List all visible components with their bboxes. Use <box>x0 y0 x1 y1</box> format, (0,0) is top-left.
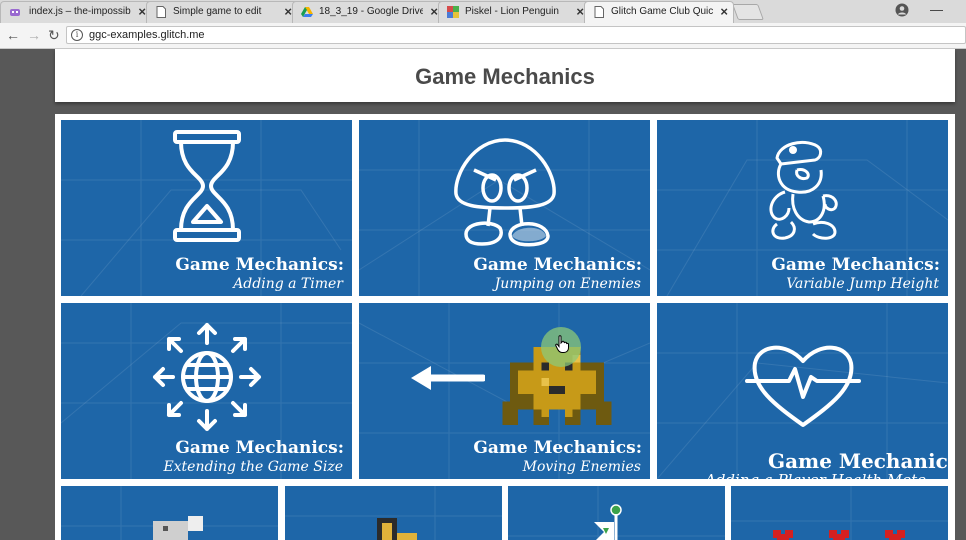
pixel-boot-icon <box>377 518 417 540</box>
mario-icon <box>769 141 838 240</box>
page-title: Game Mechanics <box>415 64 595 89</box>
card-subtitle: Moving Enemies <box>522 459 641 475</box>
card-row3-2[interactable] <box>285 486 502 540</box>
tab-title: Piskel - Lion Penguin <box>465 6 559 17</box>
glitch-icon <box>10 9 20 16</box>
card-title: Game Mechanic <box>768 449 948 473</box>
globe-arrows-icon <box>153 323 261 431</box>
reload-icon[interactable]: ↻ <box>48 27 60 43</box>
drive-icon <box>301 7 313 17</box>
card-player-health-meter[interactable]: Game Mechanic Adding a Player Health Met… <box>657 303 948 479</box>
piskel-icon <box>447 6 459 18</box>
card-subtitle: Adding a Timer <box>233 276 343 292</box>
browser-tab-strip: index.js – the-impossible × Simple game … <box>0 0 966 23</box>
forward-icon[interactable]: → <box>27 27 41 43</box>
tab-google-drive[interactable]: 18_3_19 - Google Drive × <box>292 1 444 23</box>
tab-title: 18_3_19 - Google Drive <box>319 6 423 17</box>
new-tab-button[interactable] <box>732 4 764 20</box>
goomba-icon <box>454 138 556 247</box>
pixel-sprite-icon <box>153 516 203 540</box>
card-subtitle: Variable Jump Height <box>786 276 939 292</box>
card-variable-jump-height[interactable]: Game Mechanics: Variable Jump Height <box>657 120 948 296</box>
back-icon[interactable]: ← <box>6 27 20 43</box>
card-subtitle: Jumping on Enemies <box>494 276 641 292</box>
header-card: Game Mechanics <box>55 49 955 102</box>
card-subtitle: Adding a Player Health Mete <box>705 471 926 479</box>
left-arrow-icon <box>411 366 485 390</box>
hourglass-icon <box>173 130 241 242</box>
card-row3-3[interactable] <box>508 486 725 540</box>
card-title: Game Mechanics: <box>175 438 344 458</box>
card-title: Game Mechanics: <box>473 438 642 458</box>
profile-icon[interactable] <box>895 3 909 17</box>
tab-title: Simple game to edit <box>173 6 262 17</box>
close-tab-icon[interactable]: × <box>720 4 728 19</box>
card-adding-a-timer[interactable]: Game Mechanics: Adding a Timer <box>61 120 352 296</box>
pixel-hearts-icon <box>773 530 905 540</box>
tab-title: index.js – the-impossible <box>29 6 131 17</box>
card-jumping-on-enemies[interactable]: Game Mechanics: Jumping on Enemies <box>359 120 650 296</box>
page-icon <box>594 6 604 18</box>
card-title: Game Mechanics: <box>771 255 940 275</box>
heart-pulse-icon <box>745 345 861 427</box>
site-info-icon[interactable]: i <box>71 29 83 41</box>
tab-glitch-game-club[interactable]: Glitch Game Club Quick I × <box>584 1 734 23</box>
url-text: ggc-examples.glitch.me <box>89 29 205 41</box>
page-icon <box>156 6 166 18</box>
card-row3-1[interactable] <box>61 486 278 540</box>
tab-glitch-editor[interactable]: index.js – the-impossible × <box>0 1 152 23</box>
tab-piskel[interactable]: Piskel - Lion Penguin × <box>438 1 590 23</box>
tab-title: Glitch Game Club Quick I <box>611 6 713 17</box>
card-title: Game Mechanics: <box>175 255 344 275</box>
close-tab-icon[interactable]: × <box>138 4 146 19</box>
address-bar[interactable]: i ggc-examples.glitch.me <box>66 26 966 44</box>
close-tab-icon[interactable]: × <box>576 4 584 19</box>
hand-cursor-icon <box>555 335 569 353</box>
tab-simple-game[interactable]: Simple game to edit × <box>146 1 298 23</box>
card-moving-enemies[interactable]: Game Mechanics: Moving Enemies <box>359 303 650 479</box>
minimize-icon[interactable]: — <box>930 2 943 17</box>
tutorial-grid: Game Mechanics: Adding a Timer Game Mech… <box>55 114 955 540</box>
browser-toolbar: ← → ↻ i ggc-examples.glitch.me <box>0 23 966 49</box>
close-tab-icon[interactable]: × <box>284 4 292 19</box>
page-viewport: Game Mechanics Game Mechanics: Adding a … <box>0 49 966 540</box>
flag-icon <box>594 504 622 540</box>
card-subtitle: Extending the Game Size <box>163 459 343 475</box>
card-row3-4[interactable] <box>731 486 948 540</box>
card-extending-the-game-size[interactable]: Game Mechanics: Extending the Game Size <box>61 303 352 479</box>
card-title: Game Mechanics: <box>473 255 642 275</box>
close-tab-icon[interactable]: × <box>430 4 438 19</box>
